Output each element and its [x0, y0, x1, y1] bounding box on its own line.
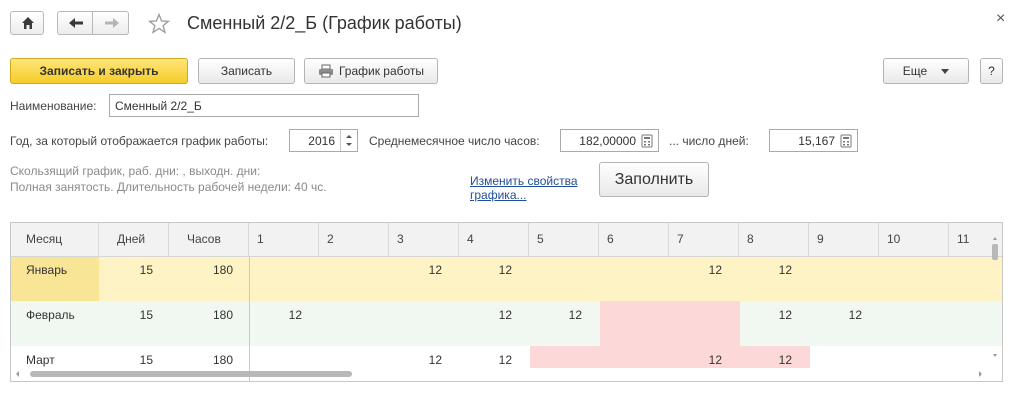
table-header: Месяц Дней Часов 1 2 3 4 5 6 7 8 9 10 11	[11, 223, 1002, 257]
schedule-table: Месяц Дней Часов 1 2 3 4 5 6 7 8 9 10 11…	[10, 222, 1003, 382]
year-value: 2016	[308, 133, 335, 148]
day-cell[interactable]: 12	[249, 308, 319, 322]
home-button[interactable]	[10, 11, 44, 35]
schedule-button[interactable]: График работы	[304, 58, 438, 84]
day-cell[interactable]: 12	[389, 263, 459, 277]
day-cell[interactable]: 12	[669, 353, 739, 367]
save-label: Записать	[220, 64, 273, 78]
column-header[interactable]: 3	[389, 223, 459, 256]
horizontal-scrollbar[interactable]	[12, 368, 986, 380]
day-cell[interactable]: 12	[529, 308, 599, 322]
column-header[interactable]: 1	[249, 223, 319, 256]
avg-hours-value: 182,00000	[579, 133, 636, 148]
column-header[interactable]: 5	[529, 223, 599, 256]
schedule-info-line1: Скользящий график, раб. дни: , выходн. д…	[10, 164, 261, 178]
name-label: Наименование:	[10, 99, 97, 113]
change-schedule-properties-link[interactable]: Изменить свойства графика...	[470, 174, 590, 202]
help-button[interactable]: ?	[980, 58, 1003, 84]
day-cell[interactable]: 12	[459, 353, 529, 367]
more-button[interactable]: Еще	[883, 58, 969, 84]
calculator-icon[interactable]	[639, 134, 655, 148]
save-and-close-label: Записать и закрыть	[39, 64, 159, 78]
days-value: 15,167	[798, 133, 835, 148]
fill-button[interactable]: Заполнить	[599, 162, 709, 197]
year-stepper[interactable]	[340, 130, 357, 151]
day-cell[interactable]: 12	[389, 353, 459, 367]
month-cell[interactable]: Март	[26, 353, 55, 367]
column-header[interactable]: 6	[599, 223, 669, 256]
day-cell[interactable]: 12	[669, 263, 739, 277]
name-value: Сменный 2/2_Б	[115, 98, 202, 113]
column-header[interactable]: Месяц	[11, 223, 99, 256]
star-icon[interactable]	[148, 13, 170, 35]
hours-cell: 180	[212, 263, 233, 277]
days-field[interactable]: 15,167	[769, 129, 858, 152]
day-cell[interactable]: 12	[809, 308, 879, 322]
column-header[interactable]: 10	[879, 223, 949, 256]
caret-down-icon	[941, 68, 950, 74]
home-icon	[22, 17, 34, 29]
month-cell[interactable]: Январь	[26, 263, 67, 277]
day-cell[interactable]: 12	[739, 263, 809, 277]
schedule-label: График работы	[338, 64, 425, 78]
month-cell[interactable]: Февраль	[26, 308, 75, 322]
day-cell[interactable]: 12	[459, 308, 529, 322]
fill-label: Заполнить	[614, 170, 694, 188]
hours-cell: 180	[212, 353, 233, 367]
days-cell: 15	[139, 353, 153, 367]
year-label: Год, за который отображается график рабо…	[10, 134, 269, 148]
arrow-right-icon	[105, 18, 119, 28]
arrow-left-icon	[69, 18, 83, 28]
days-cell: 15	[139, 263, 153, 277]
hours-cell: 180	[212, 308, 233, 322]
day-cell[interactable]: 12	[739, 308, 809, 322]
save-button[interactable]: Записать	[198, 58, 295, 84]
help-label: ?	[988, 64, 995, 78]
column-header[interactable]: 7	[669, 223, 739, 256]
avg-hours-label: Среднемесячное число часов:	[369, 134, 540, 148]
calculator-icon[interactable]	[838, 134, 854, 148]
more-label: Еще	[902, 64, 928, 78]
name-field[interactable]: Сменный 2/2_Б	[109, 94, 419, 117]
schedule-info-line2: Полная занятость. Длительность рабочей н…	[10, 180, 327, 194]
printer-icon	[318, 64, 333, 78]
forward-button[interactable]	[92, 11, 129, 35]
avg-hours-field[interactable]: 182,00000	[560, 129, 659, 152]
holiday-cell	[600, 301, 740, 346]
column-header[interactable]: 4	[459, 223, 529, 256]
day-cell[interactable]: 12	[739, 353, 809, 367]
column-header[interactable]: Часов	[169, 223, 249, 256]
close-icon[interactable]: ×	[996, 10, 1005, 28]
day-cell[interactable]: 12	[459, 263, 529, 277]
window-title: Сменный 2/2_Б (График работы)	[187, 13, 462, 33]
days-cell: 15	[139, 308, 153, 322]
column-header[interactable]: 2	[319, 223, 389, 256]
back-button[interactable]	[57, 11, 93, 35]
column-header[interactable]: 8	[739, 223, 809, 256]
column-header[interactable]: Дней	[99, 223, 169, 256]
days-label: ... число дней:	[669, 134, 749, 148]
save-and-close-button[interactable]: Записать и закрыть	[10, 58, 188, 84]
vertical-scrollbar[interactable]	[989, 236, 1001, 366]
column-header[interactable]: 9	[809, 223, 879, 256]
